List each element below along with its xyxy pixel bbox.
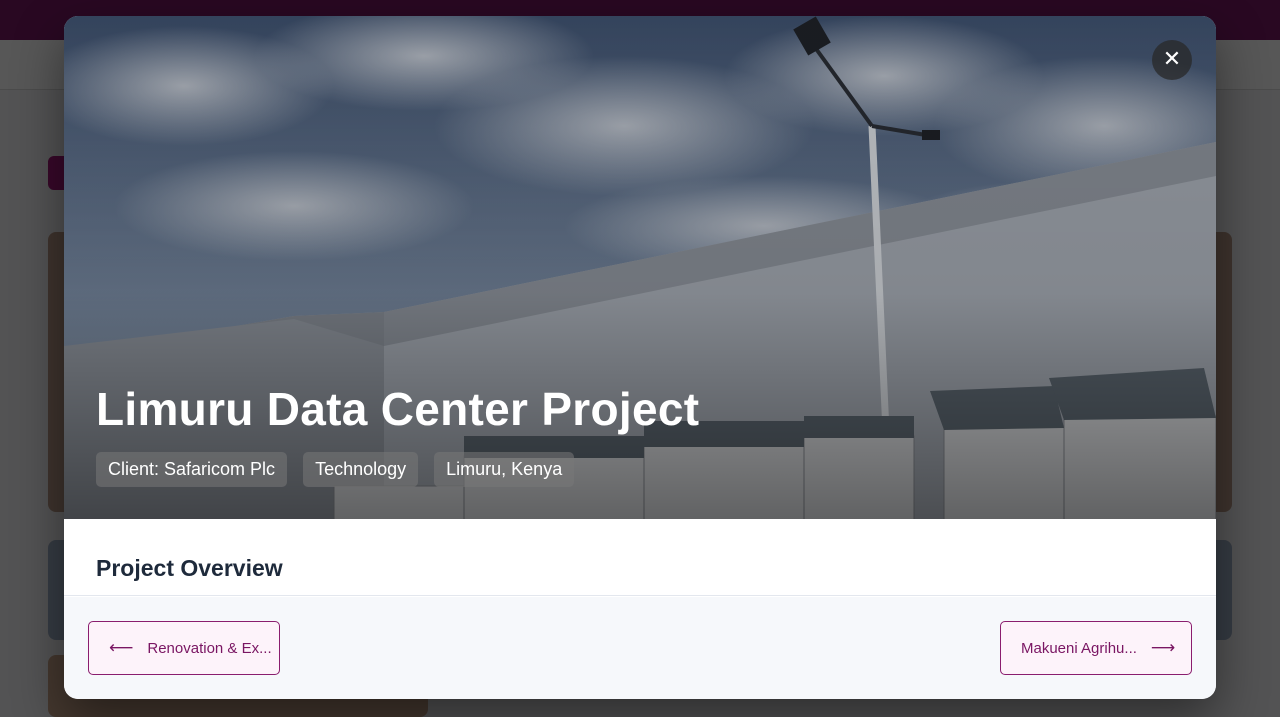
hero-gradient-overlay <box>64 16 1216 519</box>
project-hero-image: ✕ Limuru Data Center Project Client: Saf… <box>64 16 1216 519</box>
arrow-right-icon: ⟶ <box>1150 638 1176 658</box>
next-project-button[interactable]: Makueni Agrihu... ⟶ <box>1000 621 1192 675</box>
modal-footer: ⟵ Renovation & Ex... Makueni Agrihu... ⟶ <box>64 597 1216 699</box>
section-title: Project Overview <box>96 555 283 581</box>
sector-tag: Technology <box>303 452 419 487</box>
close-icon: ✕ <box>1162 47 1182 72</box>
previous-project-label: Renovation & Ex... <box>147 639 272 657</box>
project-title: Limuru Data Center Project <box>96 383 700 435</box>
project-tags: Client: Safaricom Plc Technology Limuru,… <box>96 452 575 487</box>
modal-body: Project Overview <box>64 519 1216 596</box>
previous-project-button[interactable]: ⟵ Renovation & Ex... <box>88 621 280 675</box>
close-button[interactable]: ✕ <box>1152 40 1192 80</box>
project-modal: ✕ Limuru Data Center Project Client: Saf… <box>64 16 1216 699</box>
client-tag: Client: Safaricom Plc <box>96 452 288 487</box>
arrow-left-icon: ⟵ <box>109 638 134 658</box>
location-tag: Limuru, Kenya <box>434 452 575 487</box>
next-project-label: Makueni Agrihu... <box>1021 639 1137 657</box>
